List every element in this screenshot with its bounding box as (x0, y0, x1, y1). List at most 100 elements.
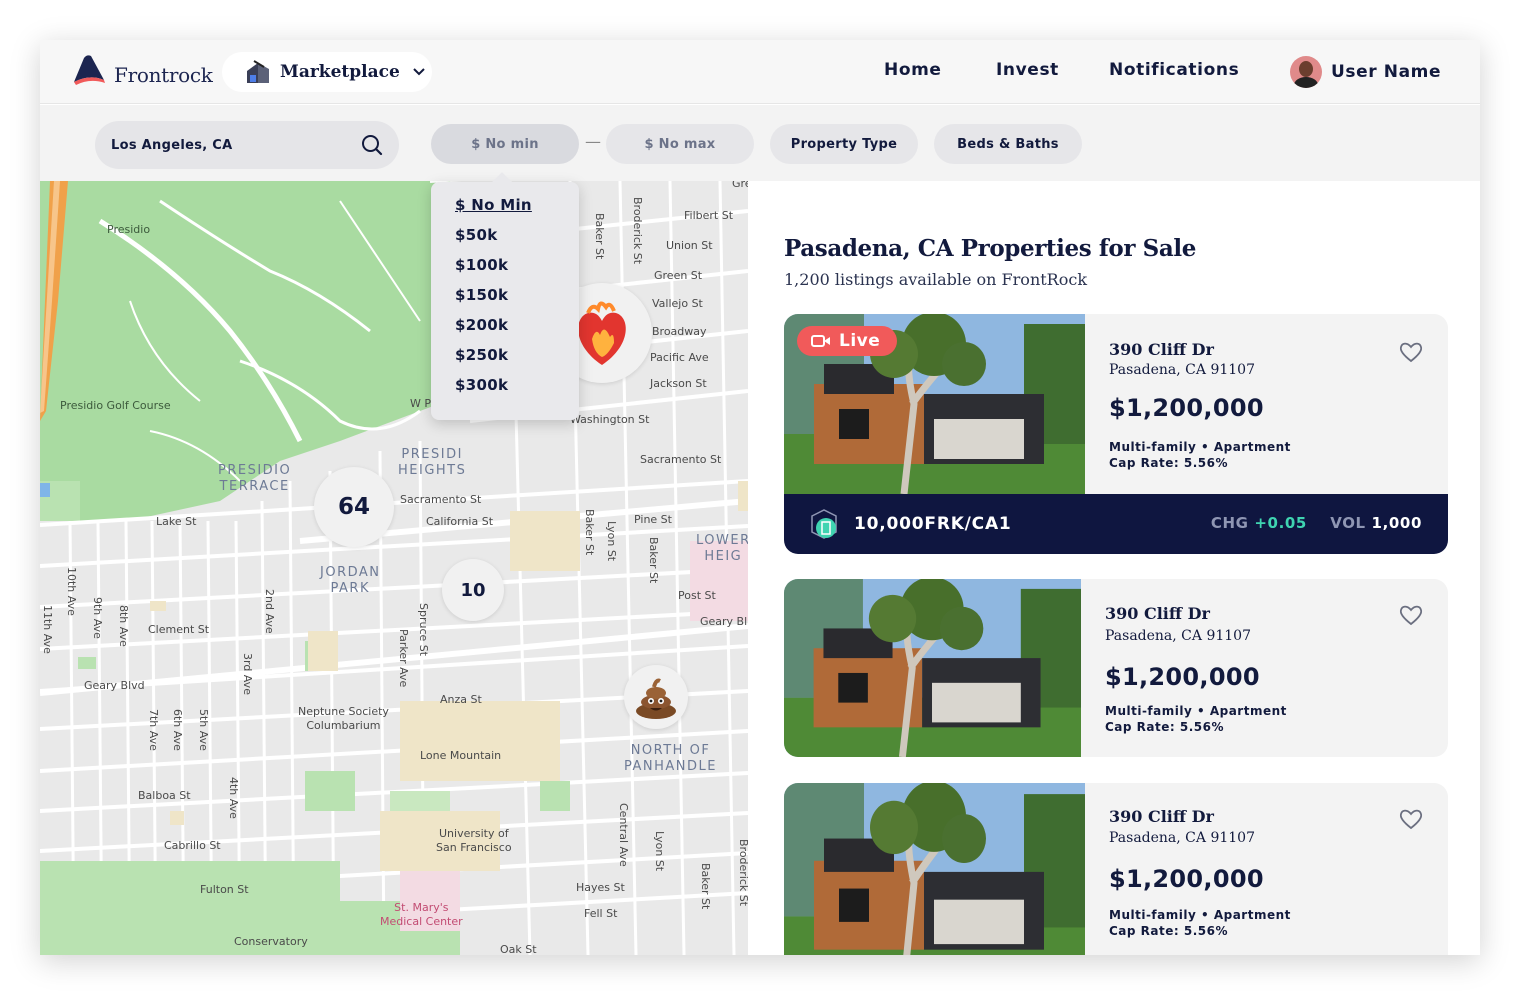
min-price-option[interactable]: $250k (455, 346, 579, 376)
street-4th: 4th Ave (227, 777, 240, 819)
street-2nd: 2nd Ave (263, 589, 276, 634)
street-broderick: Broderick St (631, 197, 644, 265)
street-11th: 11th Ave (41, 605, 54, 654)
frontrock-logo-icon (74, 55, 105, 85)
listing-address: 390 Cliff Dr (1109, 340, 1214, 359)
street-10th: 10th Ave (65, 567, 78, 616)
map-label-neptune: Neptune Society Columbarium (298, 705, 389, 732)
brand-name: Frontrock (114, 63, 213, 87)
street-baker: Baker St (647, 537, 660, 584)
map-area-north-panhandle: NORTH OF PANHANDLE (624, 743, 717, 774)
max-price-select[interactable]: $ No max (606, 124, 754, 164)
min-price-option[interactable]: $150k (455, 286, 579, 316)
listing-cap-rate: Cap Rate: 5.56% (1109, 456, 1228, 470)
property-type-filter[interactable]: Property Type (770, 124, 918, 164)
min-price-option[interactable]: $50k (455, 226, 579, 256)
listing-city: Pasadena, CA 91107 (1109, 830, 1255, 846)
search-icon[interactable] (361, 134, 383, 156)
filter-bar: Los Angeles, CA $ No min — $ No max Prop… (40, 105, 1480, 181)
beds-baths-filter[interactable]: Beds & Baths (934, 124, 1082, 164)
min-price-option[interactable]: $ No Min (455, 196, 579, 226)
map-pin-poop[interactable] (624, 665, 688, 729)
heart-icon[interactable] (1398, 603, 1424, 627)
street-lyon-south: Lyon St (653, 831, 666, 872)
map-area-jordan-park: JORDAN PARK (320, 565, 381, 596)
map-label-presidio: Presidio (107, 223, 151, 236)
min-price-option[interactable]: $100k (455, 256, 579, 286)
listing-card[interactable]: Live 390 Cliff Dr Pasadena, CA 91107 $1,… (784, 314, 1448, 554)
listing-card[interactable]: 390 Cliff Dr Pasadena, CA 91107 $1,200,0… (784, 783, 1448, 955)
listing-address: 390 Cliff Dr (1105, 604, 1210, 623)
min-price-option[interactable]: $300k (455, 376, 579, 406)
listing-city: Pasadena, CA 91107 (1109, 362, 1255, 378)
map-cluster-10[interactable]: 10 (442, 559, 504, 621)
street-fell: Fell St (584, 907, 618, 920)
range-separator: — (585, 132, 601, 151)
listing-type: Multi-family • Apartment (1109, 440, 1291, 454)
listing-type: Multi-family • Apartment (1109, 908, 1291, 922)
street-lake: Lake St (156, 515, 197, 528)
map-label-usf: University of San Francisco (436, 827, 512, 854)
heart-icon[interactable] (1398, 807, 1424, 831)
map-label-golf: Presidio Golf Course (60, 399, 171, 412)
street-pacific: Pacific Ave (650, 351, 709, 364)
map-cluster-64[interactable]: 64 (314, 467, 394, 547)
street-baker-south: Baker St (699, 863, 712, 910)
property-photo[interactable]: Live (784, 314, 1085, 494)
property-photo[interactable] (784, 783, 1085, 955)
nav-notifications[interactable]: Notifications (1109, 60, 1239, 80)
chevron-down-icon (413, 68, 425, 76)
property-photo[interactable] (784, 579, 1081, 757)
listing-price: $1,200,000 (1105, 663, 1260, 691)
heart-icon[interactable] (1398, 340, 1424, 364)
house-image (784, 579, 1081, 757)
street-lyon: Lyon St (605, 521, 618, 562)
map-label-st-marys: St. Mary's Medical Center (380, 901, 463, 928)
street-6th: 6th Ave (171, 709, 184, 751)
street-hayes: Hayes St (576, 881, 625, 894)
video-camera-icon (811, 335, 830, 347)
street-8th: 8th Ave (117, 605, 130, 647)
marketplace-icon (247, 60, 269, 83)
location-search-input[interactable]: Los Angeles, CA (95, 121, 399, 169)
street-broadway: Broadway (652, 325, 707, 338)
listing-address: 390 Cliff Dr (1109, 807, 1214, 826)
min-price-select[interactable]: $ No min (431, 124, 579, 164)
chg-label: CHG (1210, 514, 1249, 532)
street-parker: Parker Ave (397, 629, 410, 688)
top-nav-bar: Frontrock Marketplace Home Invest Notifi… (40, 40, 1480, 104)
poop-emoji-icon (636, 678, 676, 719)
map-area-lower-heights: LOWER HEIG (696, 533, 748, 564)
street-filbert: Filbert St (684, 209, 734, 222)
listings-count: 1,200 listings available on FrontRock (784, 270, 1088, 289)
street-post: Post St (678, 589, 716, 602)
street-fulton: Fulton St (200, 883, 249, 896)
street-baker-mid: Baker St (583, 509, 596, 556)
vol-value: 1,000 (1371, 514, 1422, 532)
user-menu[interactable]: User Name (1290, 56, 1441, 88)
street-w-pacific: W P (410, 397, 432, 410)
nav-home[interactable]: Home (884, 60, 942, 80)
listing-cap-rate: Cap Rate: 5.56% (1105, 720, 1224, 734)
token-ticker-bar[interactable]: 10,000FRK/CA1 CHG +0.05 VOL 1,000 (784, 494, 1448, 554)
listings-panel: Pasadena, CA Properties for Sale 1,200 l… (748, 181, 1480, 955)
street-9th: 9th Ave (91, 597, 104, 639)
street-geary: Geary Blvd (84, 679, 145, 692)
street-broderick-south: Broderick St (737, 839, 748, 907)
min-price-dropdown: $ No Min $50k $100k $150k $200k $250k $3… (431, 182, 579, 420)
min-price-option[interactable]: $200k (455, 316, 579, 346)
map-label-lone-mountain: Lone Mountain (420, 749, 502, 762)
brand-logo[interactable]: Frontrock (70, 52, 213, 88)
listing-card[interactable]: 390 Cliff Dr Pasadena, CA 91107 $1,200,0… (784, 579, 1448, 757)
marketplace-dropdown[interactable]: Marketplace (222, 52, 432, 92)
street-sacramento-east: Sacramento St (640, 453, 722, 466)
street-3rd: 3rd Ave (241, 653, 254, 695)
marketplace-label: Marketplace (280, 62, 400, 82)
street-spruce: Spruce St (417, 603, 430, 657)
listing-city: Pasadena, CA 91107 (1105, 628, 1251, 644)
street-clement: Clement St (148, 623, 210, 636)
map-view[interactable]: Presidio Presidio Golf Course PRESIDIO TE… (40, 181, 748, 955)
nav-invest[interactable]: Invest (996, 60, 1059, 80)
street-central: Central Ave (617, 803, 630, 867)
live-badge: Live (797, 326, 897, 356)
